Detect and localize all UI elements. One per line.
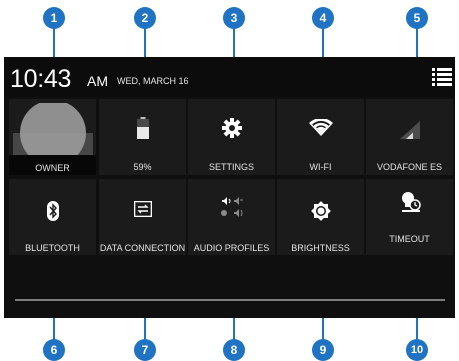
tile-label-brightness: BRIGHTNESS — [291, 243, 350, 253]
tile-label-mobile-network: VODAFONE ES — [376, 162, 442, 172]
date-label: WED, MARCH 16 — [117, 76, 189, 86]
list-settings-icon — [432, 68, 452, 86]
tile-owner[interactable]: OWNER — [9, 99, 96, 175]
tile-label-audio-profiles: AUDIO PROFILES — [193, 243, 270, 253]
wifi-icon — [308, 119, 333, 136]
signal-icon — [399, 121, 420, 139]
callout-badge-5: 5 — [406, 7, 428, 29]
audio-profiles-icon — [220, 197, 243, 217]
callout-badge-6: 6 — [43, 339, 65, 361]
tile-label-settings: SETTINGS — [208, 162, 254, 172]
battery-icon — [136, 117, 149, 139]
tile-audio-profiles[interactable]: AUDIO PROFILES — [188, 179, 275, 255]
panel-drag-handle[interactable] — [15, 299, 445, 301]
brightness-icon — [310, 201, 331, 221]
status-bar: 10:43 AM WED, MARCH 16 — [4, 57, 455, 97]
quick-settings-panel: 10:43 AM WED, MARCH 16 OWNER 59% SETTING… — [4, 57, 455, 318]
settings-list-button[interactable] — [430, 65, 454, 89]
tile-label-timeout: TIMEOUT — [389, 234, 430, 244]
tile-label-owner: OWNER — [35, 163, 70, 173]
tile-mobile-network[interactable]: VODAFONE ES — [366, 99, 453, 175]
timeout-icon — [401, 192, 421, 212]
bluetooth-icon — [46, 201, 59, 221]
tile-label-data-connection: DATA CONNECTION — [99, 243, 186, 253]
owner-avatar — [9, 103, 96, 163]
callout-badge-8: 8 — [223, 339, 245, 361]
tile-label-bluetooth: BLUETOOTH — [25, 243, 80, 253]
clock-ampm: AM — [87, 73, 108, 89]
tile-label-wifi: WI-FI — [309, 162, 332, 172]
tile-timeout[interactable]: TIMEOUT — [366, 179, 453, 255]
gear-icon — [221, 118, 242, 138]
callout-badge-9: 9 — [312, 339, 334, 361]
callout-badge-7: 7 — [134, 339, 156, 361]
tile-settings[interactable]: SETTINGS — [188, 99, 275, 175]
tile-label-battery: 59% — [133, 162, 152, 172]
tile-wifi[interactable]: WI-FI — [277, 99, 364, 175]
callout-badge-3: 3 — [223, 7, 245, 29]
tile-brightness[interactable]: BRIGHTNESS — [277, 179, 364, 255]
tile-battery[interactable]: 59% — [99, 99, 186, 175]
avatar-icon — [12, 103, 93, 163]
callout-badge-2: 2 — [134, 7, 156, 29]
callout-badge-4: 4 — [312, 7, 334, 29]
tile-data-connection[interactable]: DATA CONNECTION — [99, 179, 186, 255]
callout-badge-10: 10 — [406, 339, 428, 361]
tile-bluetooth[interactable]: BLUETOOTH — [9, 179, 96, 255]
clock: 10:43 — [10, 65, 72, 93]
data-transfer-icon — [133, 201, 152, 217]
callout-badge-1: 1 — [43, 7, 65, 29]
